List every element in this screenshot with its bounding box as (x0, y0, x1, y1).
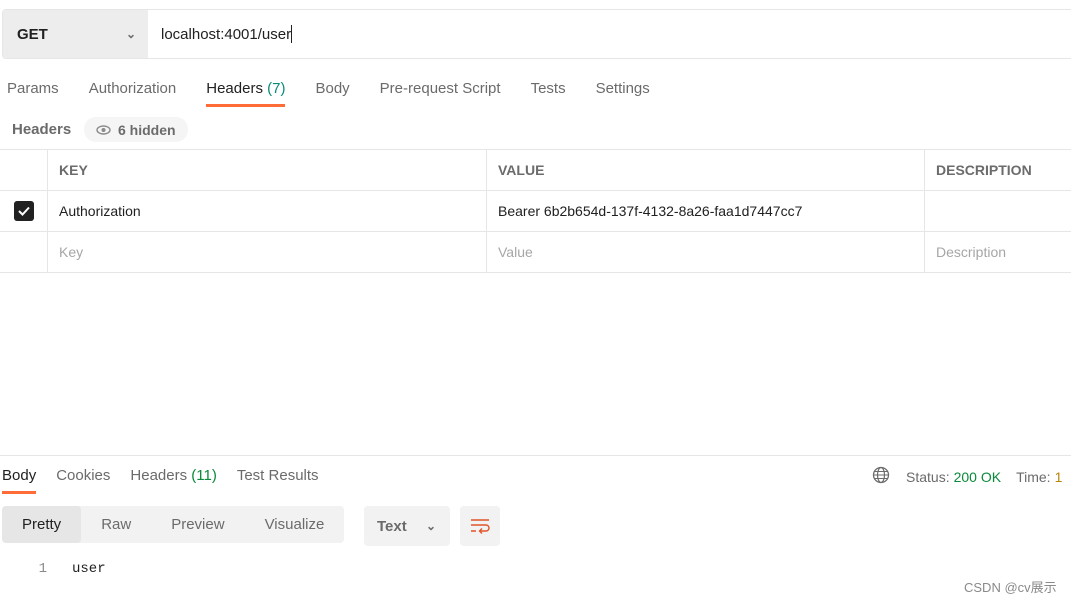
headers-table: KEY VALUE DESCRIPTION Authorization Bear… (0, 149, 1071, 273)
tab-label: Headers (206, 80, 263, 97)
wrap-lines-button[interactable] (460, 506, 500, 546)
eye-icon (96, 122, 111, 138)
url-bar: GET ⌄ localhost:4001/user (2, 9, 1071, 59)
tab-test-results[interactable]: Test Results (237, 467, 319, 494)
chevron-down-icon: ⌄ (425, 519, 436, 533)
pane-divider[interactable] (0, 455, 1071, 456)
response-tabs: Body Cookies Headers (11) Test Results (2, 467, 319, 494)
url-input[interactable]: localhost:4001/user (148, 10, 1071, 58)
key-input[interactable]: Key (48, 232, 487, 272)
description-input[interactable]: Description (925, 232, 1071, 272)
view-visualize[interactable]: Visualize (245, 506, 345, 543)
column-key: KEY (48, 150, 487, 190)
view-mode-selector: Pretty Raw Preview Visualize (2, 506, 345, 543)
response-status: Status: 200 OK Time: 1 (872, 466, 1062, 487)
tab-settings[interactable]: Settings (596, 80, 650, 107)
wrap-icon (471, 519, 490, 534)
status-label: Status: (906, 468, 950, 485)
view-pretty[interactable]: Pretty (2, 506, 82, 543)
tab-tests[interactable]: Tests (531, 80, 566, 107)
code-line: user (72, 561, 106, 577)
tab-headers[interactable]: Headers (7) (206, 80, 286, 107)
tab-response-headers[interactable]: Headers (11) (130, 467, 216, 494)
hidden-headers-toggle[interactable]: 6 hidden (84, 117, 188, 142)
key-cell[interactable]: Authorization (48, 191, 487, 231)
method-label: GET (17, 25, 48, 43)
tab-cookies[interactable]: Cookies (56, 467, 110, 494)
time-value: 1 (1054, 468, 1063, 485)
enable-checkbox[interactable] (13, 201, 34, 221)
format-label: Text (377, 517, 407, 535)
view-raw[interactable]: Raw (81, 506, 151, 543)
time-label: Time: (1016, 468, 1051, 485)
table-row: Authorization Bearer 6b2b654d-137f-4132-… (0, 191, 1071, 232)
hidden-count: 6 hidden (118, 121, 176, 138)
column-description: DESCRIPTION (936, 162, 1032, 178)
request-tabs: Params Authorization Headers (7) Body Pr… (7, 80, 650, 107)
tab-body[interactable]: Body (315, 80, 349, 107)
headers-title: Headers (12, 121, 72, 138)
check-icon (17, 206, 30, 216)
text-caret (291, 25, 293, 43)
tab-response-body[interactable]: Body (2, 467, 37, 494)
status-value: 200 OK (953, 468, 1002, 485)
tab-count: (7) (267, 80, 286, 97)
table-header-row: KEY VALUE DESCRIPTION (0, 150, 1071, 191)
description-cell[interactable] (925, 191, 1071, 231)
globe-icon[interactable] (872, 466, 890, 487)
value-input[interactable]: Value (487, 232, 925, 272)
line-number: 1 (38, 561, 47, 577)
tab-label: Headers (130, 467, 188, 484)
chevron-down-icon: ⌄ (125, 27, 136, 41)
method-select[interactable]: GET ⌄ (3, 10, 148, 58)
format-select[interactable]: Text ⌄ (364, 506, 450, 546)
tab-count: (11) (191, 467, 217, 484)
tab-authorization[interactable]: Authorization (89, 80, 177, 107)
watermark: CSDN @cv展示 (964, 580, 1057, 595)
tab-params[interactable]: Params (7, 80, 59, 107)
url-text: localhost:4001/user (161, 25, 292, 43)
header-cell-check (0, 150, 48, 190)
table-row-new: Key Value Description (0, 232, 1071, 273)
view-preview[interactable]: Preview (151, 506, 244, 543)
tab-pre-request-script[interactable]: Pre-request Script (380, 80, 501, 107)
value-cell[interactable]: Bearer 6b2b654d-137f-4132-8a26-faa1d7447… (487, 191, 925, 231)
response-body: 1 user (0, 561, 106, 577)
column-value: VALUE (487, 150, 925, 190)
